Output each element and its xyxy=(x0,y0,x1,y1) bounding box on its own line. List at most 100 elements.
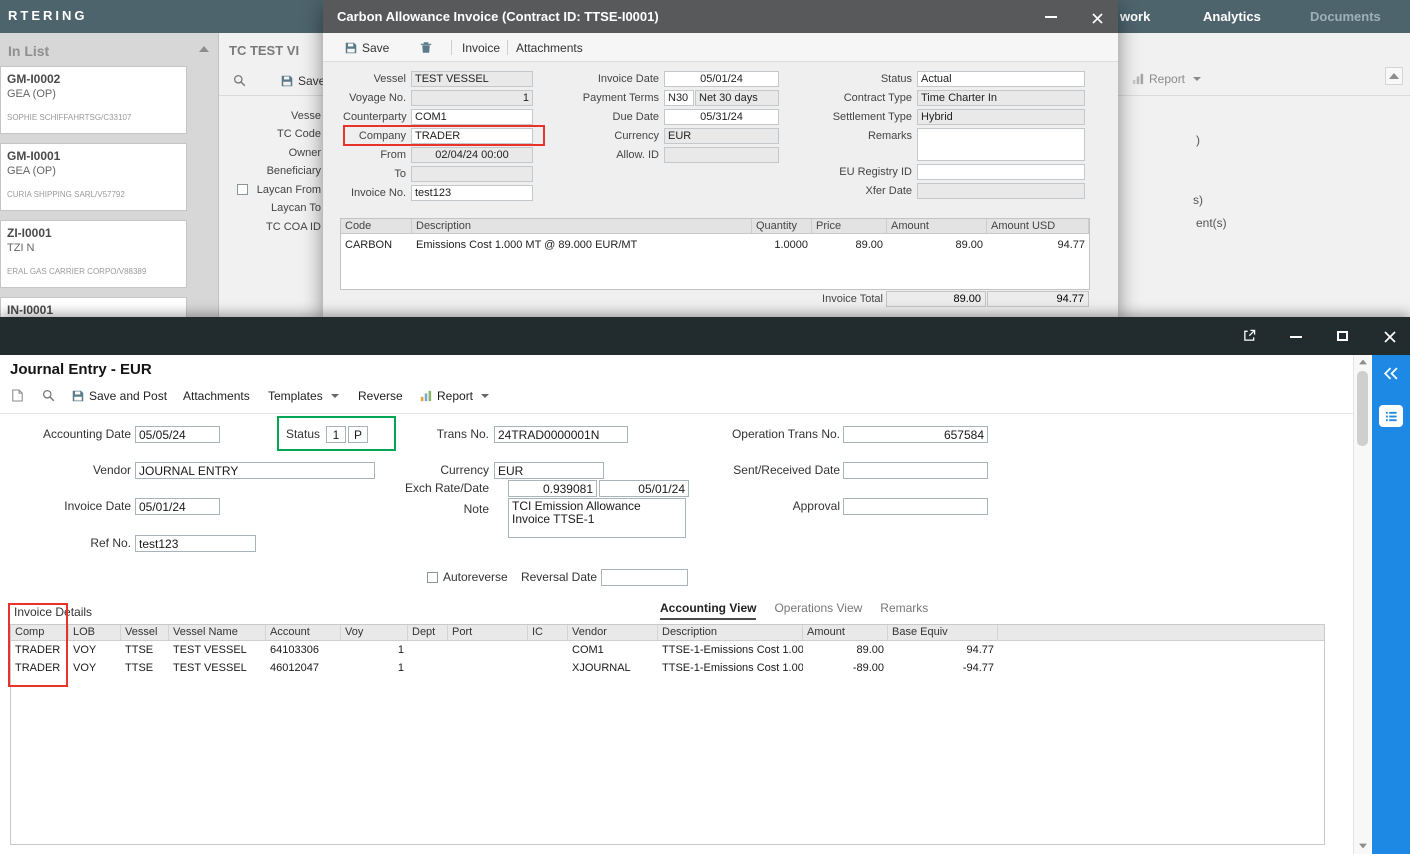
allow-id-input[interactable] xyxy=(664,147,779,163)
delete-button[interactable] xyxy=(420,39,432,56)
invoice-date-input[interactable] xyxy=(135,498,220,515)
vessel-input[interactable] xyxy=(411,71,533,87)
new-button[interactable] xyxy=(12,389,23,402)
counterparty-input[interactable] xyxy=(411,109,533,125)
status-flag-input[interactable] xyxy=(348,426,368,443)
report-button[interactable]: Report xyxy=(420,389,489,403)
contract-type-input[interactable] xyxy=(917,90,1085,106)
payment-terms-desc-input[interactable] xyxy=(695,90,779,106)
voyage-no-input[interactable] xyxy=(411,90,533,106)
operation-trans-no-input[interactable] xyxy=(843,426,988,443)
column-header[interactable]: Quantity xyxy=(752,219,812,233)
note-textarea[interactable]: TCI Emission Allowance Invoice TTSE-1 xyxy=(508,498,686,538)
column-header[interactable]: Price xyxy=(812,219,887,233)
tab-operations-view[interactable]: Operations View xyxy=(774,601,862,620)
exch-rate-date-input[interactable] xyxy=(599,480,689,497)
currency-input[interactable] xyxy=(494,462,604,479)
reversal-date-input[interactable] xyxy=(601,569,688,586)
menu-documents[interactable]: Documents xyxy=(1310,9,1381,24)
minimize-icon[interactable] xyxy=(1045,16,1057,18)
tc-save-button[interactable]: Save xyxy=(281,74,324,88)
tab-accounting-view[interactable]: Accounting View xyxy=(660,601,756,620)
column-header[interactable]: Dept xyxy=(408,625,448,640)
due-date-input[interactable] xyxy=(664,109,779,125)
column-header[interactable]: LOB xyxy=(69,625,121,640)
vendor-input[interactable] xyxy=(135,462,375,479)
eu-registry-id-input[interactable] xyxy=(917,164,1085,180)
attachments-button[interactable]: Attachments xyxy=(183,389,250,403)
column-header[interactable]: Port xyxy=(448,625,528,640)
column-header[interactable]: Comp xyxy=(11,625,69,640)
column-header[interactable]: Vendor xyxy=(568,625,658,640)
column-header[interactable]: Amount xyxy=(803,625,888,640)
tab-remarks[interactable]: Remarks xyxy=(880,601,928,620)
templates-button[interactable]: Templates xyxy=(268,389,339,403)
xfer-date-input[interactable] xyxy=(917,183,1085,199)
ref-no-input[interactable] xyxy=(135,535,256,552)
autoreverse-checkbox[interactable] xyxy=(427,572,438,583)
report-button[interactable]: Report xyxy=(1132,72,1201,86)
payment-terms-code-input[interactable] xyxy=(664,90,694,106)
column-header[interactable]: Vessel Name xyxy=(169,625,266,640)
save-button[interactable]: Save xyxy=(345,39,389,56)
column-header[interactable]: IC xyxy=(528,625,568,640)
list-item[interactable]: GM-I0002 GEA (OP) SOPHIE SCHIFFAHRTSG/C3… xyxy=(0,66,187,134)
field-label: Counterparty xyxy=(343,109,411,125)
table-row[interactable]: TRADER VOY TTSE TEST VESSEL 46012047 1 X… xyxy=(11,659,1324,677)
column-header[interactable]: Account xyxy=(266,625,341,640)
in-list-title: In List xyxy=(8,43,49,59)
approval-input[interactable] xyxy=(843,498,988,515)
reverse-button[interactable]: Reverse xyxy=(358,389,403,403)
invoice-date-input[interactable] xyxy=(664,71,779,87)
settlement-type-input[interactable] xyxy=(917,109,1085,125)
column-header[interactable]: Amount USD xyxy=(987,219,1089,233)
invoice-no-input[interactable] xyxy=(411,185,533,201)
tab-invoice[interactable]: Invoice xyxy=(462,39,500,56)
scroll-up-button[interactable] xyxy=(1385,67,1403,85)
column-header[interactable]: Amount xyxy=(887,219,987,233)
collapse-panel-icon[interactable] xyxy=(1383,367,1398,385)
column-header[interactable]: Voy xyxy=(341,625,408,640)
menu-analytics[interactable]: Analytics xyxy=(1203,9,1261,24)
form-panel-button[interactable] xyxy=(1379,405,1403,427)
menu-network[interactable]: work xyxy=(1120,9,1150,24)
table-row[interactable]: TRADER VOY TTSE TEST VESSEL 64103306 1 C… xyxy=(11,641,1324,659)
popout-icon[interactable] xyxy=(1243,329,1256,347)
sent-received-date-input[interactable] xyxy=(843,462,988,479)
column-header[interactable]: Vessel xyxy=(121,625,169,640)
close-icon[interactable] xyxy=(1092,11,1103,29)
column-header[interactable]: Base Equiv xyxy=(888,625,998,640)
save-and-post-button[interactable]: Save and Post xyxy=(72,389,167,403)
field-label: Contract Type xyxy=(828,90,917,106)
search-button[interactable] xyxy=(42,389,55,402)
list-scroll-up-icon[interactable] xyxy=(199,46,209,52)
currency-input[interactable] xyxy=(664,128,779,144)
column-header[interactable]: Code xyxy=(341,219,412,233)
table-row[interactable]: CARBON Emissions Cost 1.000 MT @ 89.000 … xyxy=(341,234,1089,251)
tc-search-button[interactable] xyxy=(233,74,246,87)
column-header[interactable]: Description xyxy=(412,219,752,233)
tc-checkbox[interactable] xyxy=(237,184,248,195)
tab-attachments[interactable]: Attachments xyxy=(516,39,583,56)
from-input[interactable] xyxy=(411,147,533,163)
status-value-input[interactable] xyxy=(326,426,346,443)
scroll-down-icon[interactable] xyxy=(1359,844,1367,849)
maximize-icon[interactable] xyxy=(1337,331,1348,341)
to-input[interactable] xyxy=(411,166,533,182)
field-label: Status xyxy=(250,426,320,443)
close-icon[interactable] xyxy=(1384,330,1396,348)
list-item[interactable]: ZI-I0001 TZI N ERAL GAS CARRIER CORPO/V8… xyxy=(0,220,187,288)
scrollbar-thumb[interactable] xyxy=(1357,371,1368,446)
remarks-textarea[interactable] xyxy=(917,128,1085,161)
minimize-icon[interactable] xyxy=(1290,336,1302,338)
list-item[interactable]: IN-I0001 xyxy=(0,297,187,317)
exch-rate-input[interactable] xyxy=(508,480,597,497)
list-item[interactable]: GM-I0001 GEA (OP) CURIA SHIPPING SARL/V5… xyxy=(0,143,187,211)
company-input[interactable] xyxy=(411,128,533,144)
trans-no-input[interactable] xyxy=(494,426,628,443)
column-header[interactable]: Description xyxy=(658,625,803,640)
accounting-date-input[interactable] xyxy=(135,426,220,443)
vertical-scrollbar[interactable] xyxy=(1353,355,1371,854)
scroll-up-icon[interactable] xyxy=(1359,360,1367,365)
status-input[interactable] xyxy=(917,71,1085,87)
